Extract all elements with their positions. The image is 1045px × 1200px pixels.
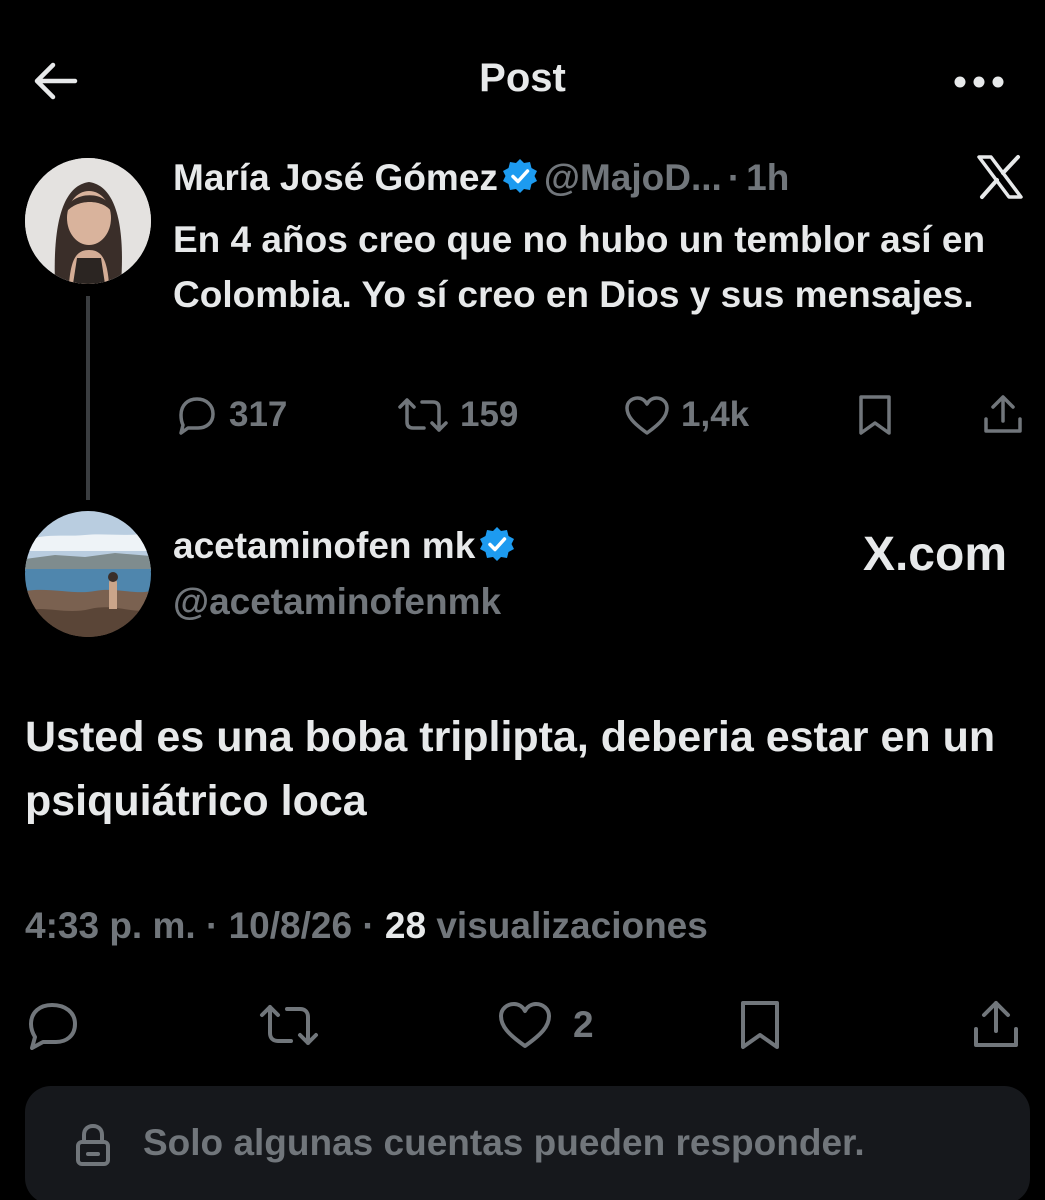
bookmark-icon [741,1001,779,1049]
post-time: 1h [746,157,790,198]
like-count: 1,4k [681,395,750,434]
reply-icon [29,1003,77,1050]
reply-restriction-text: Solo algunas cuentas pueden responder. [143,1122,865,1163]
avatar[interactable] [25,511,151,637]
post-meta: 4:33 p. m. · 10/8/26 · 28 visualizacione… [25,905,708,947]
heart-icon [625,396,669,435]
avatar-image [25,511,151,637]
author-name-text: acetaminofen mk [173,525,476,566]
watermark-text: X.com [862,528,1007,581]
lock-icon [76,1123,110,1166]
share-icon [974,1001,1018,1047]
share-icon [984,395,1022,433]
reply-button[interactable]: 317 [173,390,287,440]
thread-line [86,296,90,500]
like-count: 2 [573,1004,594,1045]
post-date[interactable]: 10/8/26 [229,905,352,946]
bookmark-button[interactable] [855,390,895,440]
more-horizontal-icon [954,76,1004,88]
like-button[interactable]: 2 [497,990,594,1060]
separator-dot: · [205,905,229,946]
parent-post[interactable]: María José Gómez @MajoD... · 1h En 4 años … [0,150,1045,500]
bookmark-icon [859,395,891,435]
top-bar: Post [0,0,1045,160]
heart-icon [499,1002,551,1048]
post-actions: 2 [0,990,1045,1060]
post-text: En 4 años creo que no hubo un temblor as… [173,219,986,315]
post-time[interactable]: 4:33 p. m. [25,905,196,946]
like-button[interactable]: 1,4k [623,390,749,440]
views-count[interactable]: 28 [385,905,426,946]
reply-restriction-banner: Solo algunas cuentas pueden responder. [25,1086,1030,1200]
avatar-image [25,158,151,284]
share-button[interactable] [981,390,1025,440]
bookmark-button[interactable] [737,990,783,1060]
post-text: Usted es una boba triplipta, deberia est… [25,713,996,825]
repost-count: 159 [460,395,519,434]
reply-icon [179,397,215,435]
repost-icon [260,1005,318,1045]
avatar[interactable] [25,158,151,284]
author-handle[interactable]: @MajoD... [544,157,722,198]
verified-badge-icon [480,527,515,561]
repost-icon [398,398,448,432]
share-button[interactable] [970,990,1022,1060]
author-handle[interactable]: @acetaminofenmk [173,581,501,623]
author-name[interactable]: María José Gómez [173,157,498,198]
repost-button[interactable] [258,990,320,1060]
post-header: María José Gómez @MajoD... · 1h [173,156,789,200]
x-logo-icon [975,154,1025,200]
verified-badge-icon [502,159,537,193]
author-name[interactable]: acetaminofen mk [173,525,521,567]
page-title: Post [479,56,566,100]
separator-dot: · [727,157,741,198]
reply-count: 317 [229,395,288,434]
repost-button[interactable]: 159 [396,390,518,440]
reply-button[interactable] [25,990,81,1060]
views-label: visualizaciones [436,905,708,946]
post-actions: 317 159 1,4k [173,390,1033,440]
separator-dot: · [362,905,385,946]
more-options-button[interactable] [949,62,1009,102]
